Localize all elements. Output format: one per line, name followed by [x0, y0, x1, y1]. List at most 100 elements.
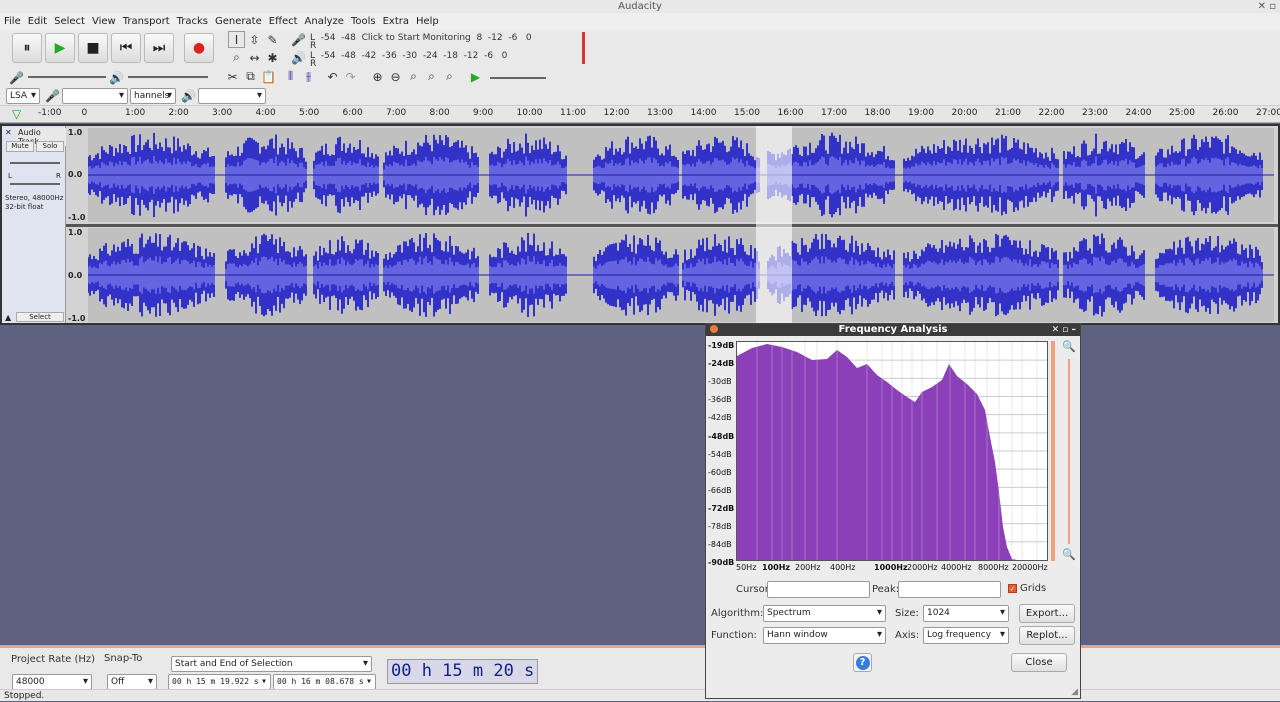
trim-button[interactable]: ⫴	[282, 68, 299, 85]
record-meter-button[interactable]: 🎤	[290, 31, 307, 48]
replot-button[interactable]: Replot...	[1019, 626, 1075, 645]
menu-effect[interactable]: Effect	[269, 16, 298, 27]
multi-tool[interactable]: ✱	[264, 49, 281, 66]
selection-mode-select[interactable]: Start and End of Selection	[171, 656, 372, 672]
algorithm-select[interactable]: Spectrum	[763, 605, 886, 622]
ruler-tick: 0	[81, 108, 88, 118]
zoom-out-icon[interactable]: 🔍	[1062, 548, 1076, 561]
zoom-in-button[interactable]: ⊕	[369, 68, 386, 85]
menu-analyze[interactable]: Analyze	[305, 16, 344, 27]
menu-edit[interactable]: Edit	[28, 16, 47, 27]
cursor-field[interactable]	[767, 581, 870, 598]
zoom-out-icon: ⊖	[390, 69, 401, 84]
axis-select[interactable]: Log frequency	[923, 627, 1009, 644]
record-meter-r: R	[310, 41, 317, 51]
play-at-speed-button[interactable]: ▶	[467, 68, 484, 85]
play-speed-slider[interactable]	[490, 77, 546, 79]
copy-button[interactable]: ⧉	[242, 68, 259, 85]
pause-button[interactable]: ⏸	[12, 33, 42, 63]
vertical-scrollbar[interactable]	[1051, 341, 1055, 561]
window-controls[interactable]: ✕ ▫	[1258, 0, 1276, 13]
waveform-left[interactable]	[88, 128, 1274, 222]
grids-checkbox[interactable]: ✓	[1008, 584, 1017, 593]
arrows-icon: ↔	[249, 50, 260, 65]
gain-slider[interactable]	[10, 162, 60, 164]
dialog-window-controls[interactable]: ✕ ▫ –	[1052, 324, 1076, 336]
playback-meter-button[interactable]: 🔊	[290, 49, 307, 66]
menu-tools[interactable]: Tools	[351, 16, 376, 27]
recording-device-select[interactable]	[62, 88, 128, 104]
stop-button[interactable]: ■	[78, 33, 108, 63]
selection-start-field[interactable]: 00 h 15 m 19.922 s	[168, 674, 271, 690]
db-axis-label: -48dB	[708, 431, 735, 441]
frequency-axis-label: 4000Hz	[941, 563, 972, 572]
play-button[interactable]: ▶	[45, 33, 75, 63]
selection-region[interactable]	[756, 126, 792, 323]
select-track-button[interactable]: Select	[16, 312, 64, 322]
redo-button[interactable]: ↷	[342, 68, 359, 85]
zoom-toggle-button[interactable]: ⌕	[441, 68, 458, 85]
timeshift-tool[interactable]: ↔	[246, 49, 263, 66]
skip-end-button[interactable]: ⏭	[144, 33, 174, 63]
zoom-slider[interactable]	[1068, 359, 1070, 544]
menu-select[interactable]: Select	[54, 16, 85, 27]
menu-view[interactable]: View	[92, 16, 116, 27]
timeline-ruler[interactable]: ▽ -1:00 0 1:00 2:00 3:00 4:00 5:00 6:00 7:00 8:00…	[0, 106, 1280, 123]
peak-field[interactable]	[898, 581, 1001, 598]
record-volume-slider[interactable]	[28, 76, 106, 78]
close-button[interactable]: Close	[1011, 653, 1067, 672]
waveform-right[interactable]	[88, 228, 1274, 322]
zoom-tool[interactable]: ⌕	[228, 49, 245, 66]
menu-tracks[interactable]: Tracks	[177, 16, 208, 27]
menu-help[interactable]: Help	[416, 16, 439, 27]
snap-to-select[interactable]: Off	[107, 674, 157, 690]
skip-end-icon: ⏭	[152, 40, 166, 56]
fit-selection-button[interactable]: ⌕	[405, 68, 422, 85]
playback-meter[interactable]: L -54 -48 -42 -36 -30 -24 -18 -12 -6 0	[310, 51, 507, 61]
project-rate-select[interactable]: 48000	[12, 674, 92, 690]
export-button[interactable]: Export...	[1019, 604, 1075, 623]
resize-grip-icon[interactable]: ◢	[1071, 687, 1078, 697]
pan-slider[interactable]	[10, 183, 60, 185]
zoom-in-icon[interactable]: 🔍	[1062, 340, 1076, 353]
menu-file[interactable]: File	[4, 16, 21, 27]
ruler-tick: 23:00	[1082, 108, 1108, 118]
audio-position-display[interactable]: 00 h 15 m 20 s	[387, 659, 538, 684]
function-select[interactable]: Hann window	[763, 627, 886, 644]
skip-start-button[interactable]: ⏮	[111, 33, 141, 63]
ruler-tick: 22:00	[1038, 108, 1065, 118]
solo-button[interactable]: Solo	[36, 141, 64, 152]
menu-transport[interactable]: Transport	[123, 16, 170, 27]
envelope-tool[interactable]: ⇳	[246, 31, 263, 48]
mute-button[interactable]: Mute	[6, 141, 34, 152]
track-close-icon[interactable]: ✕	[5, 128, 12, 137]
collapse-track-icon[interactable]: ▲	[5, 313, 11, 322]
draw-tool[interactable]: ✎	[264, 31, 281, 48]
zoom-out-button[interactable]: ⊖	[387, 68, 404, 85]
frequency-axis-label: 100Hz	[762, 563, 791, 572]
help-button[interactable]: ?	[853, 653, 872, 672]
selection-tool[interactable]: I	[228, 31, 245, 48]
track-control-panel[interactable]: ✕ Audio Track Mute Solo L R Stereo, 4800…	[2, 126, 66, 323]
playback-volume-slider[interactable]	[128, 76, 208, 78]
playback-device-select[interactable]	[198, 88, 266, 104]
paste-button[interactable]: 📋	[260, 68, 277, 85]
menu-extra[interactable]: Extra	[383, 16, 409, 27]
record-button[interactable]: ●	[184, 33, 214, 63]
channel-divider	[66, 224, 1278, 227]
cut-button[interactable]: ✂	[224, 68, 241, 85]
play-at-speed-icon: ▶	[470, 69, 481, 84]
channels-select[interactable]: hannels	[130, 88, 176, 104]
spectrum-plot[interactable]	[736, 341, 1048, 561]
selection-end-field[interactable]: 00 h 16 m 08.678 s	[273, 674, 376, 690]
menu-generate[interactable]: Generate	[215, 16, 262, 27]
ruler-tick: 5:00	[299, 108, 320, 118]
silence-button[interactable]: ⫵	[300, 68, 317, 85]
audio-host-select[interactable]: LSA	[6, 88, 40, 104]
undo-button[interactable]: ↶	[324, 68, 341, 85]
spectrum-graph	[737, 342, 1047, 560]
record-meter[interactable]: L -54 -48 Click to Start Monitoring 8 -1…	[310, 33, 532, 43]
project-rate-label: Project Rate (Hz)	[11, 654, 96, 665]
size-select[interactable]: 1024	[923, 605, 1009, 622]
fit-project-button[interactable]: ⌕	[423, 68, 440, 85]
